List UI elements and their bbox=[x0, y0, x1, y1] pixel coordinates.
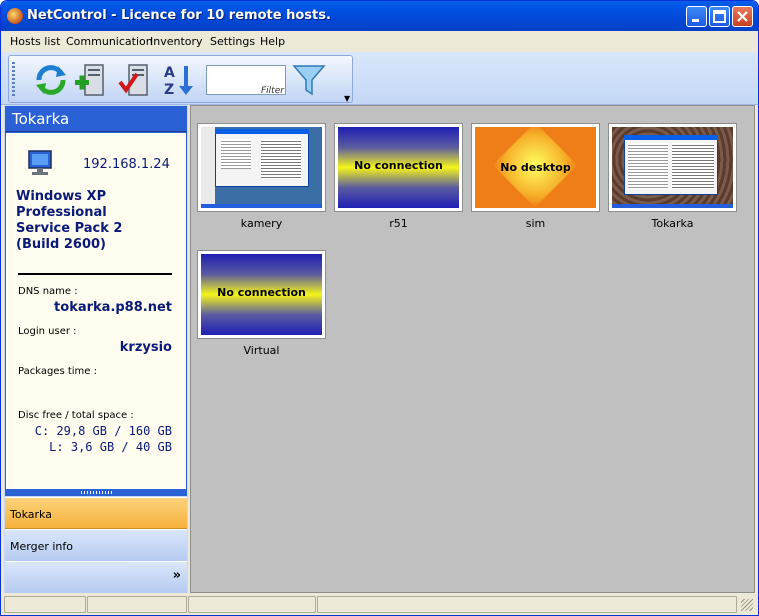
host-details: 192.168.1.24 Windows XP Professional Ser… bbox=[5, 132, 187, 490]
filter-button[interactable] bbox=[291, 62, 327, 98]
add-host-icon bbox=[75, 64, 104, 96]
sort-button[interactable]: A Z bbox=[161, 62, 197, 98]
nav-merger-info[interactable]: Merger info bbox=[5, 529, 187, 561]
minimize-button[interactable] bbox=[686, 6, 707, 27]
disc-c-value: C: 29,8 GB / 160 GB bbox=[34, 424, 172, 438]
menu-communication[interactable]: Communication bbox=[66, 35, 153, 48]
status-bar bbox=[1, 593, 758, 615]
host-ip: 192.168.1.24 bbox=[83, 157, 170, 172]
toolbar-grip[interactable] bbox=[12, 62, 15, 98]
no-connection-image: No connection bbox=[338, 127, 459, 208]
no-desktop-image: No desktop bbox=[475, 127, 596, 208]
no-connection-image: No connection bbox=[201, 254, 322, 335]
hosts-view: kamery No connection r51 No desktop sim … bbox=[190, 105, 755, 593]
host-os: Windows XP Professional Service Pack 2 (… bbox=[16, 189, 123, 252]
minimize-icon bbox=[692, 19, 699, 22]
panel-splitter[interactable] bbox=[5, 490, 187, 496]
status-panel bbox=[87, 596, 187, 613]
login-value: krzysio bbox=[119, 340, 172, 355]
check-host-icon bbox=[118, 64, 148, 96]
refresh-button[interactable] bbox=[33, 62, 69, 98]
app-window: NetControl - Licence for 10 remote hosts… bbox=[0, 0, 759, 616]
packages-label: Packages time : bbox=[18, 366, 97, 377]
close-button[interactable] bbox=[732, 6, 753, 27]
separator bbox=[18, 273, 172, 275]
menu-settings[interactable]: Settings bbox=[210, 35, 255, 48]
host-thumb-virtual[interactable]: No connection bbox=[197, 250, 326, 339]
screenshot-image bbox=[612, 127, 733, 208]
status-panel bbox=[4, 596, 86, 613]
menu-inventory[interactable]: Inventory bbox=[150, 35, 203, 48]
title-bar[interactable]: NetControl - Licence for 10 remote hosts… bbox=[1, 1, 758, 31]
menu-help[interactable]: Help bbox=[260, 35, 285, 48]
resize-grip-icon[interactable] bbox=[741, 599, 753, 611]
host-label: Tokarka bbox=[651, 217, 694, 230]
nav-tokarka[interactable]: Tokarka bbox=[5, 497, 187, 529]
menu-hosts-list[interactable]: Hosts list bbox=[10, 35, 60, 48]
window-title: NetControl - Licence for 10 remote hosts… bbox=[27, 8, 331, 23]
toolbar: A Z Filter ▼ bbox=[8, 55, 353, 103]
screenshot-image bbox=[201, 127, 322, 208]
dns-label: DNS name : bbox=[18, 286, 78, 297]
toolbar-area: A Z Filter ▼ bbox=[1, 52, 758, 105]
host-info-panel: Tokarka 192.168.1.24 Windows XP Professi… bbox=[4, 105, 188, 593]
host-thumb-tokarka[interactable] bbox=[608, 123, 737, 212]
disc-label: Disc free / total space : bbox=[18, 410, 134, 421]
host-label: r51 bbox=[389, 217, 408, 230]
status-panel bbox=[317, 596, 737, 613]
host-thumb-r51[interactable]: No connection bbox=[334, 123, 463, 212]
nav-more-button[interactable]: » bbox=[5, 561, 187, 593]
disc-l-value: L: 3,6 GB / 40 GB bbox=[49, 440, 172, 454]
refresh-icon bbox=[36, 65, 66, 95]
host-thumb-kamery[interactable] bbox=[197, 123, 326, 212]
check-host-button[interactable] bbox=[117, 62, 153, 98]
close-icon bbox=[737, 11, 748, 22]
app-icon bbox=[7, 8, 23, 24]
panel-title: Tokarka bbox=[5, 106, 187, 132]
dns-value: tokarka.p88.net bbox=[54, 300, 172, 315]
sort-az-icon: A Z bbox=[164, 65, 193, 98]
svg-text:Z: Z bbox=[164, 82, 174, 98]
host-thumb-sim[interactable]: No desktop bbox=[471, 123, 600, 212]
menu-bar: Hosts list Communication Inventory Setti… bbox=[1, 31, 758, 52]
computer-icon bbox=[28, 150, 52, 175]
toolbar-overflow-icon[interactable]: ▼ bbox=[344, 94, 350, 103]
host-label: kamery bbox=[240, 217, 283, 230]
host-label: sim bbox=[525, 217, 546, 230]
add-host-button[interactable] bbox=[73, 62, 109, 98]
maximize-icon bbox=[713, 10, 726, 23]
chevron-double-down-icon: » bbox=[172, 568, 181, 583]
funnel-icon bbox=[292, 65, 326, 96]
maximize-button[interactable] bbox=[709, 6, 730, 27]
svg-text:A: A bbox=[164, 65, 175, 81]
login-label: Login user : bbox=[18, 326, 77, 337]
status-panel bbox=[188, 596, 316, 613]
filter-label: Filter bbox=[261, 86, 284, 96]
host-label: Virtual bbox=[243, 344, 280, 357]
